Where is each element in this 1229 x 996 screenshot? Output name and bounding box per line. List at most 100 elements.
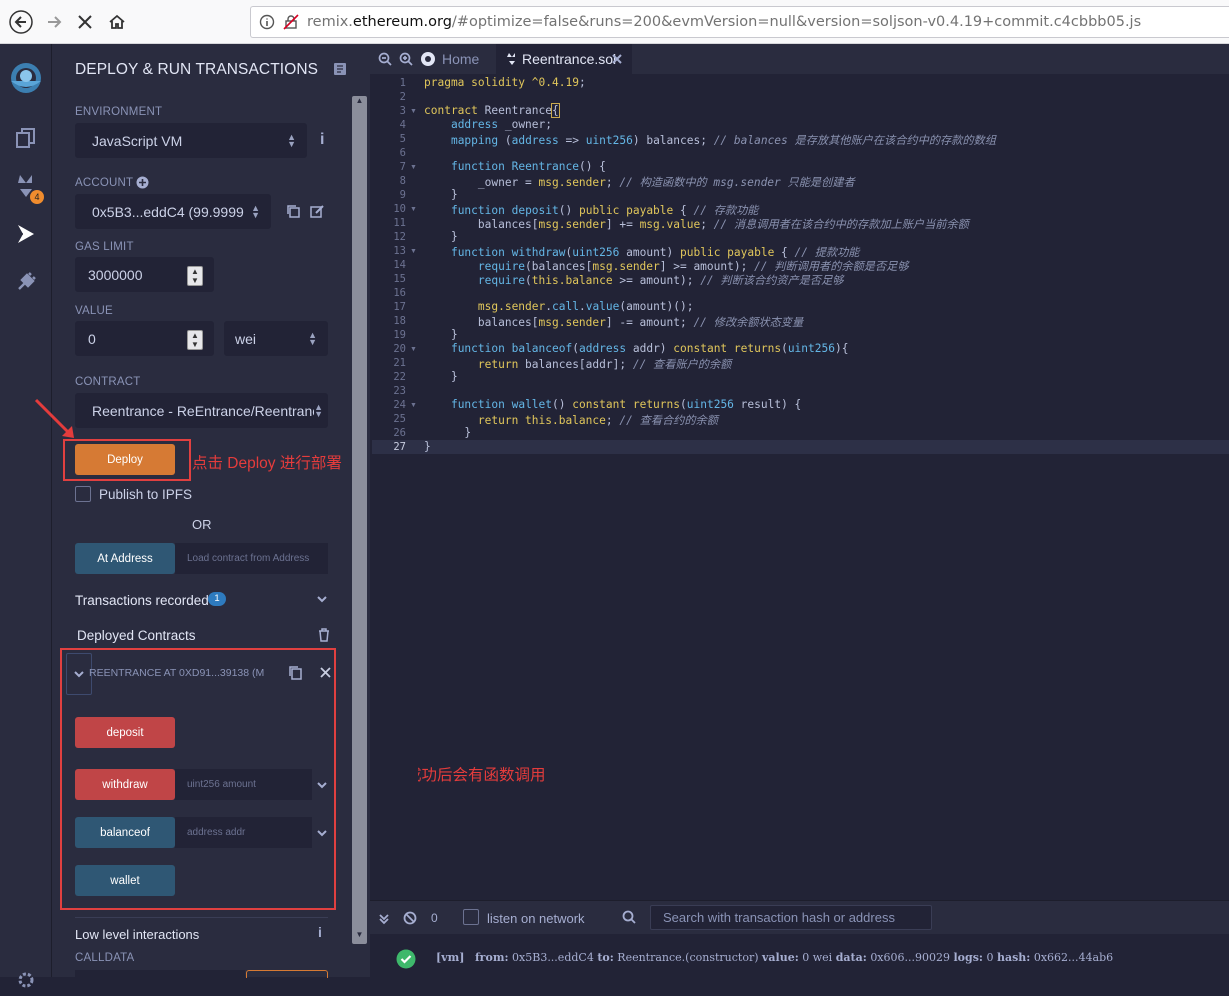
tab-home[interactable]: Home	[420, 44, 479, 74]
copy-address-icon[interactable]	[288, 665, 302, 685]
log-from-label: from:	[474, 951, 509, 964]
url-bar[interactable]: remix.ethereum.org/#optimize=false&runs=…	[250, 6, 1229, 38]
withdraw-button[interactable]: withdraw	[75, 769, 175, 800]
code-line: pragma solidity ^0.4.19;	[424, 76, 586, 89]
panel-scrollbar[interactable]	[352, 96, 367, 944]
line-number: 13	[393, 245, 406, 257]
fold-arrow-icon[interactable]: ▼	[410, 248, 417, 255]
contract-select[interactable]: Reentrance - ReEntrance/Reentranc ▲ ▼	[75, 393, 328, 428]
code-line: address _owner;	[450, 118, 552, 131]
code-line: }	[424, 230, 458, 243]
fold-arrow-icon[interactable]: ▼	[410, 346, 417, 353]
number-spinner-icon[interactable]: ▲ ▼	[187, 266, 203, 286]
select-arrows-icon: ▲ ▼	[308, 330, 317, 347]
tab-reentrance-label: Reentrance.sol	[522, 51, 617, 67]
number-spinner-icon[interactable]: ▲ ▼	[187, 330, 203, 350]
fold-arrow-icon[interactable]: ▼	[410, 108, 417, 115]
plugin-manager-icon[interactable]	[10, 266, 42, 298]
remix-logo-icon[interactable]	[6, 58, 46, 98]
line-number: 15	[393, 273, 406, 285]
value-unit-select[interactable]: wei ▲ ▼	[224, 321, 328, 356]
transactions-recorded-label[interactable]: Transactions recorded	[75, 593, 209, 608]
select-arrows-icon: ▲ ▼	[251, 203, 260, 220]
account-select[interactable]: 0x5B3...eddC4 (99.9999 ▲ ▼	[75, 194, 271, 229]
log-to: Reentrance.(constructor)	[617, 951, 759, 964]
info-icon[interactable]: i	[318, 924, 322, 940]
fold-arrow-icon[interactable]: ▼	[410, 402, 417, 409]
add-account-icon[interactable]	[136, 176, 149, 194]
listen-network-checkbox[interactable]	[463, 909, 479, 925]
chevron-down-icon[interactable]	[316, 592, 328, 610]
line-number: 21	[393, 357, 406, 369]
chevron-double-down-icon[interactable]	[378, 912, 390, 930]
zoom-in-icon[interactable]	[399, 52, 413, 71]
balanceof-button[interactable]: balanceof	[75, 817, 175, 848]
line-number: 11	[393, 217, 406, 229]
url-prefix: remix.	[307, 14, 353, 30]
listen-network-label: listen on network	[487, 911, 585, 926]
terminal-search-input[interactable]: Search with transaction hash or address	[650, 905, 932, 930]
value-input[interactable]: 0 ▲ ▼	[75, 321, 214, 356]
insecure-lock-icon[interactable]	[283, 14, 299, 30]
success-check-icon	[396, 949, 416, 974]
log-data-label: data:	[835, 951, 867, 964]
tab-reentrance-sol[interactable]: Reentrance.sol	[496, 44, 632, 74]
code-line: balances[msg.sender] -= amount; // 修改余额状…	[424, 316, 804, 329]
clear-console-icon[interactable]	[403, 911, 417, 930]
forward-icon[interactable]	[40, 7, 70, 37]
close-icon[interactable]	[320, 665, 331, 683]
info-icon[interactable]: i	[320, 131, 324, 149]
balanceof-addr-input[interactable]: address addr	[175, 817, 312, 848]
fold-arrow-icon[interactable]: ▼	[410, 164, 417, 171]
line-numbers: 1 2 3 ▼ 4 5 6 7 ▼ 8 9 10 ▼ 11 12 13 ▼ 14 15 16 17 18 19 20 ▼ 21 22…	[370, 74, 418, 474]
site-info-icon[interactable]	[259, 14, 275, 30]
log-to-label: to:	[597, 951, 614, 964]
withdraw-amount-input[interactable]: uint256 amount	[175, 769, 312, 800]
copy-address-icon[interactable]	[286, 204, 300, 223]
terminal-toolbar: 0 listen on network Search with transact…	[370, 900, 1229, 934]
line-number: 8	[399, 175, 406, 187]
scroll-up-icon[interactable]: ▲	[352, 96, 367, 108]
pending-tx-count: 0	[431, 911, 438, 925]
chevron-down-icon[interactable]	[316, 826, 328, 844]
trash-icon[interactable]	[318, 628, 330, 647]
wallet-button[interactable]: wallet	[75, 865, 175, 896]
publish-ipfs-label: Publish to IPFS	[99, 487, 193, 502]
environment-select[interactable]: JavaScript VM ▲ ▼	[75, 123, 307, 158]
url-path: /#optimize=false&runs=200&evmVersion=nul…	[451, 14, 1142, 30]
search-icon[interactable]	[622, 910, 636, 929]
documentation-icon[interactable]	[333, 62, 347, 81]
deposit-button[interactable]: deposit	[75, 717, 175, 748]
gas-limit-input[interactable]: 3000000 ▲ ▼	[75, 257, 214, 292]
value-unit: wei	[235, 330, 257, 347]
settings-icon[interactable]	[10, 964, 42, 996]
line-number: 19	[393, 329, 406, 341]
scroll-down-icon[interactable]: ▼	[352, 930, 367, 942]
terminal-log-row[interactable]: [vm] from: 0x5B3...eddC4 to: Reentrance.…	[370, 936, 1229, 977]
code-content[interactable]: pragma solidity ^0.4.19; contract Reentr…	[418, 74, 1229, 474]
home-icon[interactable]	[102, 7, 132, 37]
at-address-input[interactable]: Load contract from Address	[175, 543, 328, 574]
solidity-compiler-icon[interactable]: 4	[10, 170, 44, 204]
low-level-label: Low level interactions	[75, 927, 200, 942]
code-line: return balances[addr]; // 查看账户的余额	[477, 358, 732, 371]
edit-icon[interactable]	[310, 204, 324, 223]
transactions-count-badge: 1	[208, 592, 226, 606]
at-address-button[interactable]: At Address	[75, 543, 175, 574]
line-number: 27	[393, 441, 406, 453]
line-number: 24	[393, 399, 406, 411]
deploy-run-icon[interactable]	[10, 218, 42, 250]
deploy-button[interactable]: Deploy	[75, 444, 175, 475]
back-icon[interactable]	[6, 7, 36, 37]
stop-loading-icon[interactable]	[70, 7, 100, 37]
deployed-contracts-label: Deployed Contracts	[77, 628, 196, 643]
zoom-out-icon[interactable]	[378, 52, 392, 71]
fold-arrow-icon[interactable]: ▼	[410, 206, 417, 213]
file-explorer-icon[interactable]	[10, 122, 42, 154]
chevron-down-icon[interactable]	[316, 778, 328, 796]
line-number: 22	[393, 371, 406, 383]
close-tab-icon[interactable]	[612, 54, 622, 64]
publish-ipfs-checkbox[interactable]	[75, 486, 91, 502]
log-from: 0x5B3...eddC4	[512, 951, 594, 964]
log-tag: [vm]	[436, 951, 465, 964]
